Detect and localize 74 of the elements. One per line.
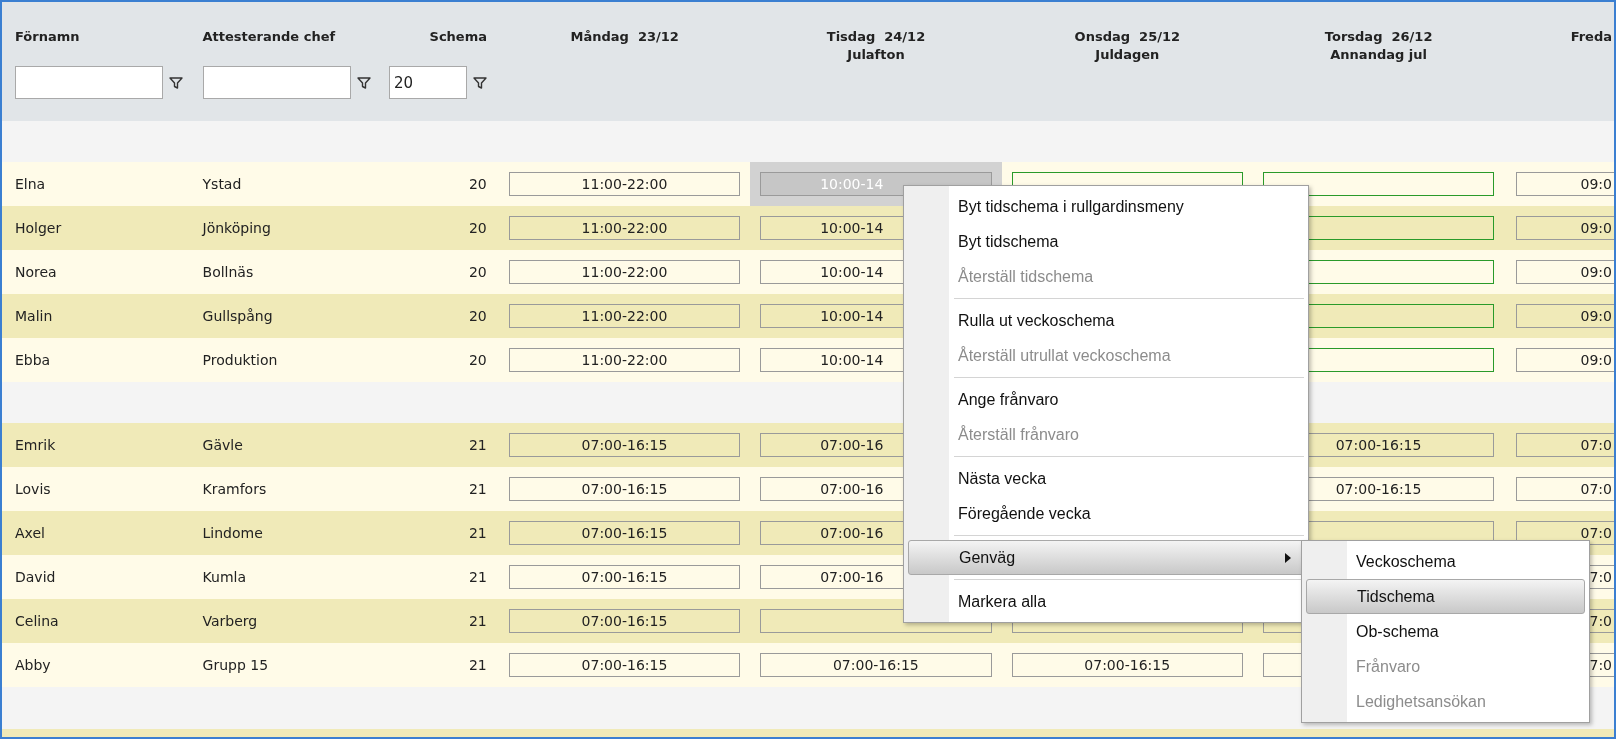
column-header: Freda <box>1570 28 1612 46</box>
time-field[interactable]: 07:00-16:15 <box>760 653 992 677</box>
column-header: Måndag 23/12 <box>570 28 679 46</box>
time-field[interactable]: 11:00-22:00 <box>508 172 741 196</box>
holiday-label: Julafton <box>847 46 905 64</box>
time-field[interactable]: 09:0 <box>1516 172 1614 196</box>
time-field[interactable]: 07:00-16:15 <box>508 565 741 589</box>
manager-cell-text: Ystad <box>202 174 242 194</box>
manager-cell-text: Gävle <box>202 435 243 455</box>
schedule-cell-text: 20 <box>468 350 487 370</box>
time-field[interactable]: 09:0 <box>1516 348 1614 372</box>
menu-item[interactable]: Genväg <box>908 540 1304 575</box>
holiday-label: Annandag jul <box>1330 46 1427 64</box>
name-cell-text: Axel <box>15 523 45 543</box>
time-field[interactable]: 07:00-16:15 <box>508 477 741 501</box>
name-cell-text: Elna <box>15 174 46 194</box>
time-field[interactable]: 11:00-22:00 <box>508 260 741 284</box>
name-cell-text: Celina <box>15 611 59 631</box>
filter-field[interactable] <box>202 66 351 99</box>
manager-cell-text: Produktion <box>202 350 278 370</box>
name-cell-text: David <box>15 567 56 587</box>
time-field[interactable]: 09:0 <box>1516 260 1614 284</box>
name-cell-text: Norea <box>15 262 57 282</box>
schedule-cell-text: 20 <box>468 174 487 194</box>
holiday-label: Juldagen <box>1095 46 1160 64</box>
time-field[interactable]: 07:00-16:15 <box>508 609 741 633</box>
name-cell-text: Malin <box>15 306 53 326</box>
manager-cell-text: Kumla <box>202 567 246 587</box>
manager-cell-text: Lindome <box>202 523 263 543</box>
time-field[interactable]: 07:00-16:15 <box>508 653 741 677</box>
time-field[interactable]: 11:00-22:00 <box>508 216 741 240</box>
manager-cell-text: Bollnäs <box>202 262 254 282</box>
caret-icon <box>1285 553 1291 563</box>
filter-icon[interactable] <box>169 75 183 90</box>
time-field[interactable]: 11:00-22:00 <box>508 348 741 372</box>
manager-cell-text: Grupp 15 <box>202 655 269 675</box>
name-cell-text: Emrik <box>15 435 56 455</box>
filter-field[interactable]: 20 <box>389 66 467 99</box>
schedule-cell-text: 20 <box>468 262 487 282</box>
time-field[interactable]: 07:0 <box>1516 433 1614 457</box>
schedule-cell-text: 20 <box>468 306 487 326</box>
manager-cell-text: Varberg <box>202 611 258 631</box>
schedule-cell-text: 20 <box>468 218 487 238</box>
filter-icon[interactable] <box>473 75 487 90</box>
name-cell-text: Abby <box>15 655 51 675</box>
column-header: Tisdag 24/12 <box>826 28 926 46</box>
schedule-cell-text: 21 <box>468 611 487 631</box>
schedule-cell-text: 21 <box>468 435 487 455</box>
schedule-cell-text: 21 <box>468 479 487 499</box>
schedule-cell-text: 21 <box>468 523 487 543</box>
column-header: Attesterande chef <box>202 28 336 46</box>
filter-icon[interactable] <box>356 75 371 90</box>
name-cell-text: Holger <box>15 218 62 238</box>
column-header: Förnamn <box>15 28 80 46</box>
menu-item[interactable]: Ange frånvaro <box>904 382 1296 417</box>
manager-cell-text: Kramfors <box>202 479 267 499</box>
time-field[interactable]: 07:00-16:15 <box>508 521 741 545</box>
name-cell-text: Lovis <box>15 479 51 499</box>
schedule-cell-text: 21 <box>468 655 487 675</box>
column-header: Onsdag 25/12 <box>1074 28 1181 46</box>
time-field[interactable]: 11:00-22:00 <box>508 304 741 328</box>
time-field[interactable]: 09:0 <box>1516 304 1614 328</box>
manager-cell-text: Jönköping <box>202 218 271 238</box>
filter-field[interactable] <box>15 66 163 99</box>
name-cell-text: Ebba <box>15 350 51 370</box>
schedule-cell-text: 21 <box>468 567 487 587</box>
column-header: Torsdag 26/12 <box>1324 28 1433 46</box>
time-field[interactable]: 07:00-16:15 <box>1011 653 1243 677</box>
manager-cell-text: Gullspång <box>202 306 273 326</box>
column-header: Schema <box>429 28 487 46</box>
time-field[interactable]: 09:0 <box>1516 216 1614 240</box>
time-field[interactable]: 07:0 <box>1516 477 1614 501</box>
time-field[interactable]: 07:00-16:15 <box>508 433 741 457</box>
menu-item[interactable]: Tidschema <box>1306 579 1585 614</box>
